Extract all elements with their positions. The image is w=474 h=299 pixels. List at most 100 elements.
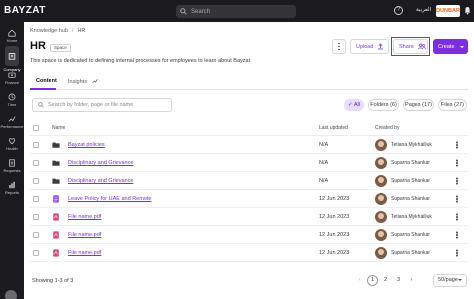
file-name-link[interactable]: Bayzat policies	[68, 142, 105, 148]
help-icon[interactable]: ?	[394, 6, 403, 15]
search-icon	[180, 8, 187, 15]
per-page-select[interactable]: 50/page	[433, 274, 467, 287]
more-vertical-icon	[456, 180, 458, 182]
row-checkbox[interactable]	[33, 250, 39, 256]
file-name-link[interactable]: File name.pdf	[68, 232, 101, 238]
space-badge: Space	[50, 44, 71, 52]
last-updated: N/A	[319, 160, 329, 166]
per-page-value: 50/page	[438, 277, 458, 283]
created-by: Tetiana Mykhailiuk	[391, 214, 432, 220]
more-options-button[interactable]	[332, 39, 346, 54]
table-row[interactable]: Disciplinary and Grievance N/A Suparna Sha…	[30, 154, 468, 172]
sidebar-item-performance[interactable]: Performance	[0, 112, 24, 134]
requests-icon	[9, 159, 15, 167]
sidebar-item-health[interactable]: Health	[0, 134, 24, 156]
more-vertical-icon	[456, 162, 458, 164]
time-icon	[8, 93, 16, 101]
page-1-button[interactable]: 1	[367, 275, 378, 286]
reports-icon	[9, 181, 15, 189]
sidebar-item-time[interactable]: Time	[0, 90, 24, 112]
row-more-button[interactable]	[455, 195, 459, 203]
file-search-input[interactable]: Search by folder, page or file name	[32, 98, 172, 112]
last-updated: 12 Jun 2023	[319, 250, 350, 256]
more-vertical-icon	[456, 234, 458, 236]
chevron-down-icon	[459, 45, 464, 48]
more-vertical-icon	[456, 198, 458, 200]
breadcrumb-separator: /	[71, 28, 74, 34]
filter-all[interactable]: ✓ All	[344, 99, 364, 111]
insights-icon	[91, 79, 98, 84]
sidebar-item-finance[interactable]: Finance	[0, 68, 24, 90]
avatar	[375, 211, 387, 223]
breadcrumb-current: HR	[77, 28, 86, 34]
tab-insights[interactable]: Insights	[68, 78, 98, 90]
last-updated: 12 Jun 2023	[319, 232, 350, 238]
sidebar-item-company[interactable]: Company	[0, 46, 24, 72]
next-page-button[interactable]: ›	[406, 275, 417, 286]
breadcrumb: Knowledge hub / HR	[30, 28, 85, 34]
sidebar-item-requests[interactable]: Requests	[0, 156, 24, 178]
header-name[interactable]: Name	[52, 125, 65, 131]
file-name-link[interactable]: File name.pdf	[68, 214, 101, 220]
file-name-link[interactable]: Disciplinary and Grievance	[68, 178, 133, 184]
filter-folders[interactable]: Folders (6)	[368, 99, 399, 111]
home-icon	[8, 29, 16, 37]
row-checkbox[interactable]	[33, 178, 39, 184]
global-search-input[interactable]: Search	[176, 5, 296, 18]
create-button[interactable]: Create	[433, 39, 468, 54]
pdf-file-icon	[53, 231, 59, 239]
select-all-checkbox[interactable]	[33, 125, 39, 131]
more-vertical-icon	[456, 216, 458, 218]
table-row[interactable]: File name.pdf 12 Jun 2023 Suparna Shankar	[30, 226, 468, 244]
row-more-button[interactable]	[455, 159, 459, 167]
avatar	[375, 247, 387, 259]
table-row[interactable]: Disciplinary and Grievance N/A Suparna Sha…	[30, 172, 468, 190]
file-name-link[interactable]: Leave Policy for UAE and Remote	[68, 196, 151, 202]
page-title: HR	[30, 40, 46, 52]
row-checkbox[interactable]	[33, 232, 39, 238]
table-header: Name Last updated Created by	[30, 120, 468, 136]
table-row[interactable]: Bayzat policies N/A Tetiana Mykhailiuk	[30, 136, 468, 154]
user-avatar[interactable]	[5, 290, 17, 299]
create-label: Create	[438, 43, 455, 50]
company-switcher[interactable]: DUNBAR	[436, 5, 460, 17]
row-more-button[interactable]	[455, 141, 459, 149]
table-row[interactable]: File name.pdf 12 Jun 2023 Tetiana Mykhaili…	[30, 208, 468, 226]
filter-pages[interactable]: Pages (17)	[403, 99, 434, 111]
page-icon	[53, 195, 59, 203]
row-checkbox[interactable]	[33, 196, 39, 202]
row-more-button[interactable]	[455, 177, 459, 185]
row-checkbox[interactable]	[33, 214, 39, 220]
page-2-button[interactable]: 2	[380, 275, 391, 286]
folder-icon	[52, 142, 60, 148]
sidebar-item-reports[interactable]: Reports	[0, 178, 24, 200]
sidebar-item-home[interactable]: Home	[0, 26, 24, 48]
header-created-by[interactable]: Created by	[375, 125, 399, 131]
row-more-button[interactable]	[455, 231, 459, 239]
language-switch[interactable]: العربية	[416, 7, 431, 13]
notification-bell-icon[interactable]	[464, 6, 471, 15]
created-by: Suparna Shankar	[391, 250, 430, 256]
sidebar-item-label: Finance	[4, 80, 20, 85]
bayzat-logo[interactable]: BAYZAT	[4, 5, 46, 16]
breadcrumb-parent[interactable]: Knowledge hub	[30, 28, 68, 34]
sidebar-active-marker	[5, 46, 19, 66]
table-row[interactable]: Leave Policy for UAE and Remote 12 Jun 20…	[30, 190, 468, 208]
folder-icon	[52, 160, 60, 166]
created-by: Suparna Shankar	[391, 178, 430, 184]
row-checkbox[interactable]	[33, 142, 39, 148]
table-row[interactable]: File name.pdf 12 Jun 2023 Suparna Shankar	[30, 244, 468, 262]
row-more-button[interactable]	[455, 213, 459, 221]
page-3-button[interactable]: 3	[393, 275, 404, 286]
file-name-link[interactable]: Disciplinary and Grievance	[68, 160, 133, 166]
filter-files[interactable]: Files (27)	[438, 99, 467, 111]
sidebar-item-label: Reports	[4, 190, 19, 195]
header-last-updated[interactable]: Last updated	[319, 125, 348, 131]
last-updated: 12 Jun 2023	[319, 214, 350, 220]
file-name-link[interactable]: File name.pdf	[68, 250, 101, 256]
upload-button[interactable]: Upload	[350, 39, 389, 54]
prev-page-button[interactable]: ‹	[354, 275, 365, 286]
sidebar-item-label: Time	[7, 102, 17, 107]
row-more-button[interactable]	[455, 249, 459, 257]
row-checkbox[interactable]	[33, 160, 39, 166]
